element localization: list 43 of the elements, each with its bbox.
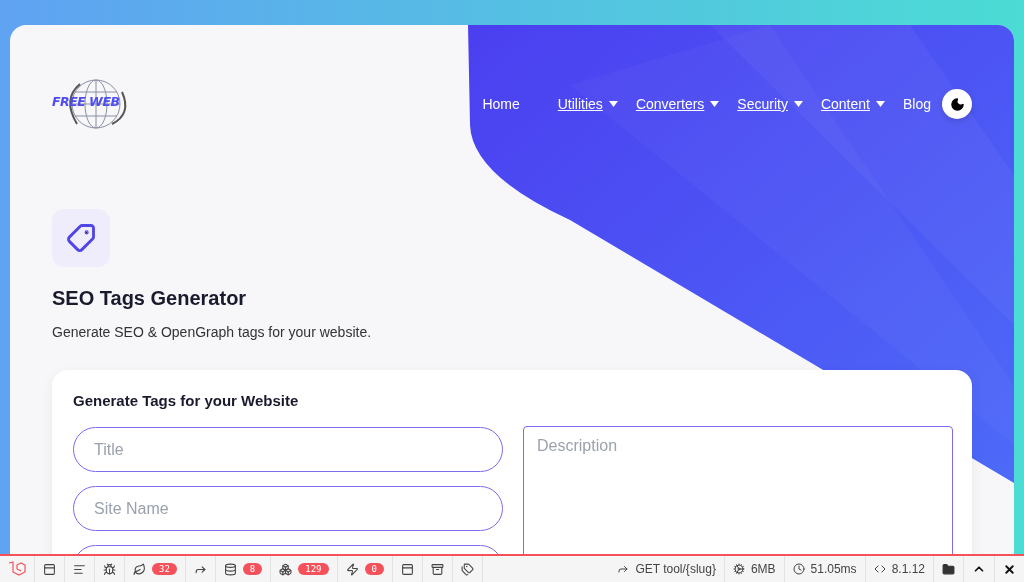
- nav-link[interactable]: Converters: [635, 96, 705, 112]
- version-text: 8.1.12: [891, 562, 925, 576]
- count-badge: 32: [152, 563, 177, 575]
- input-field[interactable]: Title: [73, 427, 503, 472]
- tool-subtitle: Generate SEO & OpenGraph tags for your website.: [52, 324, 373, 340]
- leaf-icon: [133, 562, 146, 576]
- form-title: Generate Tags for your Website: [73, 392, 300, 409]
- text-area[interactable]: Description: [523, 426, 953, 554]
- tag-icon: [66, 223, 96, 253]
- logo-icon: [8, 561, 26, 577]
- nav-link[interactable]: Home: [482, 96, 520, 112]
- debug-tab[interactable]: 32: [125, 556, 186, 582]
- route-text: GET tool/{slug}: [635, 562, 716, 576]
- nav-link[interactable]: Blog: [902, 96, 931, 112]
- debug-tab[interactable]: 129: [271, 556, 338, 582]
- archive-icon: [430, 562, 444, 576]
- window-icon: [43, 562, 56, 576]
- window-icon: [400, 562, 414, 576]
- cubes-icon: [279, 562, 293, 576]
- code-icon: [873, 563, 886, 575]
- clock-icon: [792, 563, 805, 575]
- bug-icon: [103, 562, 116, 576]
- nav-link[interactable]: Security: [737, 96, 788, 112]
- memory-text: 6MB: [750, 562, 776, 576]
- count-badge: 0: [364, 563, 384, 575]
- moon-icon: [949, 96, 965, 112]
- tags-icon: [460, 562, 474, 576]
- time-text: 51.05ms: [810, 562, 857, 576]
- nav-link[interactable]: Content: [820, 96, 870, 112]
- debug-tab[interactable]: 8: [215, 556, 272, 582]
- database-icon: [223, 562, 237, 576]
- folder-icon: [942, 562, 955, 576]
- count-badge: 8: [242, 563, 263, 575]
- list-icon: [73, 562, 86, 576]
- close-icon: [1003, 562, 1016, 576]
- nav-link[interactable]: Utilities: [557, 96, 603, 112]
- input-field[interactable]: Site Name: [73, 486, 503, 531]
- bolt-icon: [345, 562, 359, 576]
- debug-tab[interactable]: 0: [337, 556, 393, 582]
- tool-title: SEO Tags Generator: [52, 287, 248, 310]
- share-arrow-icon: [617, 563, 630, 575]
- count-badge: 129: [298, 563, 329, 575]
- cogs-icon: [732, 563, 745, 575]
